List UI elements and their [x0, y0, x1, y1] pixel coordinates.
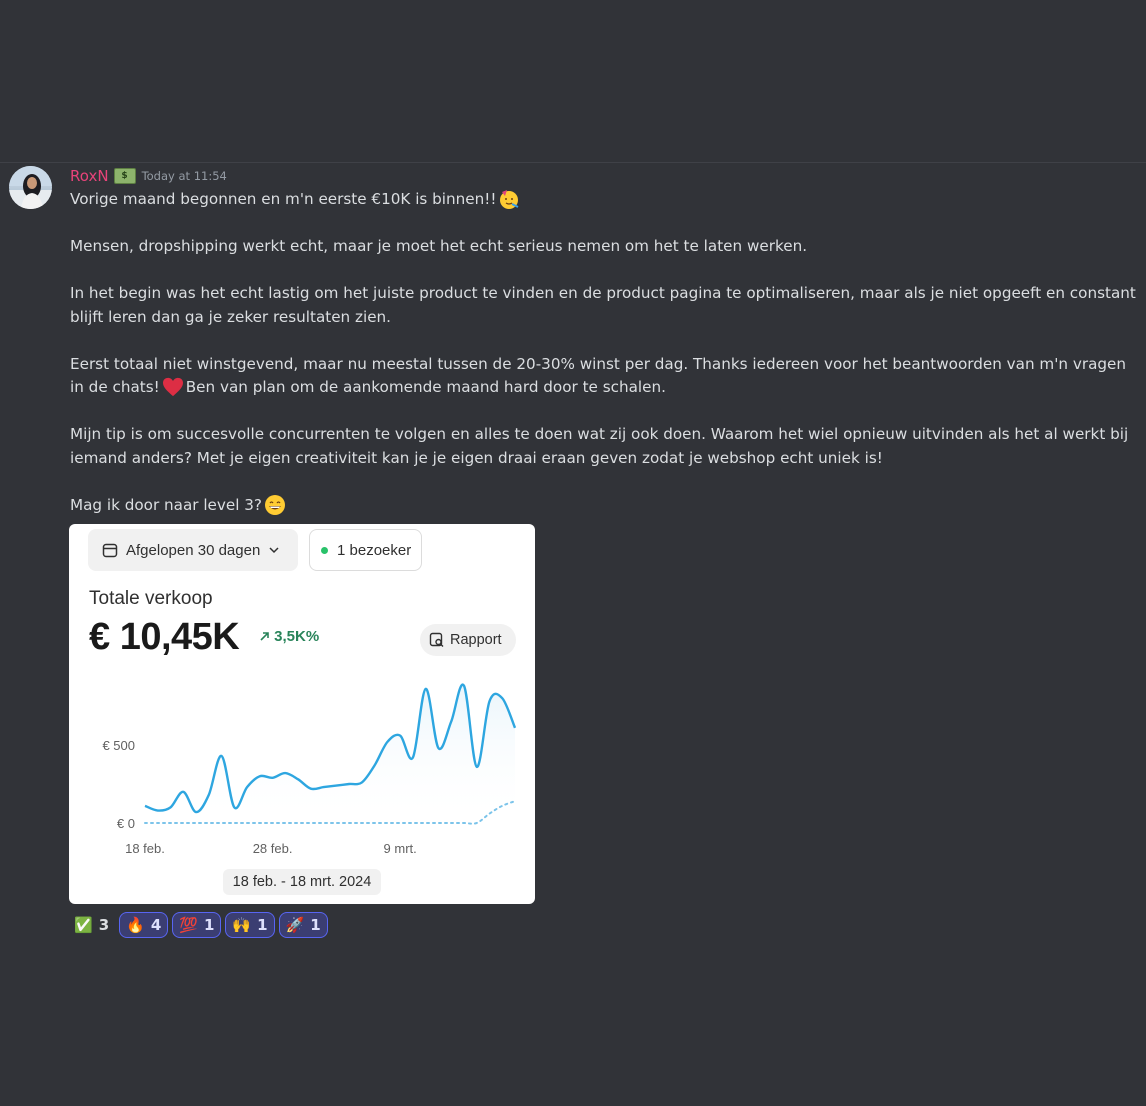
y-tick-label: € 0: [117, 816, 135, 831]
reaction-count: 1: [257, 916, 268, 934]
x-tick-label: 18 feb.: [125, 841, 165, 856]
reaction-count: 3: [98, 916, 110, 934]
message-paragraph: Mensen, dropshipping werkt echt, maar je…: [70, 237, 808, 255]
series-area: [145, 684, 515, 823]
username[interactable]: RoxN: [70, 167, 109, 185]
report-label: Rapport: [450, 632, 502, 648]
reaction-emoji: ✅: [74, 916, 93, 934]
live-dot-icon: [321, 546, 328, 554]
visitor-count-label: 1 bezoeker: [337, 541, 412, 559]
reaction-emoji: 🙌: [232, 916, 252, 934]
message-header: RoxN $ Today at 11:54: [70, 166, 227, 186]
x-tick-label: 9 mrt.: [384, 841, 417, 856]
heart-icon: [162, 377, 183, 397]
calendar-icon: [102, 543, 118, 558]
metric-change: 3,5K%: [259, 628, 319, 645]
x-tick-label: 28 feb.: [253, 841, 293, 856]
report-search-icon: [429, 632, 444, 647]
money-icon: $: [113, 168, 136, 184]
reaction-emoji: 🔥: [126, 916, 145, 934]
message-content: Vorige maand begonnen en m'n eerste €10K…: [70, 188, 1142, 517]
message-paragraph: Eerst totaal niet winstgevend, maar nu m…: [70, 354, 1126, 397]
date-filter-button[interactable]: Afgelopen 30 dagen: [88, 529, 298, 571]
date-range-label: 18 feb. - 18 mrt. 2024: [223, 869, 381, 895]
metric-change-value: 3,5K%: [274, 628, 320, 645]
message-divider: [0, 162, 1146, 163]
sales-screenshot[interactable]: Afgelopen 30 dagen 1 bezoeker Totale ver…: [69, 524, 535, 904]
reaction-1[interactable]: 🔥 4: [119, 912, 169, 938]
visitor-count-button[interactable]: 1 bezoeker: [309, 529, 422, 571]
reaction-2[interactable]: 💯 1: [172, 912, 222, 938]
reaction-emoji: 💯: [179, 916, 198, 934]
chevron-down-icon: [269, 547, 279, 554]
message-paragraph: Mag ik door naar level 3?: [70, 494, 1142, 518]
metric-value: € 10,45K: [89, 616, 240, 658]
arrow-up-right-icon: [260, 632, 269, 641]
reaction-3[interactable]: 🙌 1: [225, 912, 275, 938]
metric-title: Totale verkoop: [89, 588, 213, 609]
party-face-icon: [500, 190, 519, 209]
reaction-4[interactable]: 🚀 1: [278, 912, 328, 938]
avatar[interactable]: [9, 166, 52, 209]
report-button[interactable]: Rapport: [420, 624, 516, 656]
reaction-count: 1: [310, 916, 321, 934]
timestamp: Today at 11:54: [141, 169, 227, 183]
reaction-count: 1: [203, 916, 215, 934]
sales-line-chart: € 500 € 0 18 feb. 28 feb. 9 mrt.: [102, 683, 517, 856]
reaction-0[interactable]: ✅ 3: [72, 912, 115, 938]
date-filter-label: Afgelopen 30 dagen: [126, 541, 261, 559]
reaction-count: 4: [150, 916, 162, 934]
message-paragraph: In het begin was het echt lastig om het …: [70, 284, 1136, 326]
y-tick-label: € 500: [102, 738, 135, 753]
message-paragraph: Vorige maand begonnen en m'n eerste €10K…: [70, 188, 1142, 212]
message-paragraph: Mijn tip is om succesvolle concurrenten …: [70, 425, 1129, 467]
reaction-bar: ✅ 3 🔥 4 💯 1 🙌 1 🚀 1: [72, 912, 328, 938]
grinning-face-icon: [265, 494, 285, 515]
reaction-emoji: 🚀: [285, 916, 305, 934]
